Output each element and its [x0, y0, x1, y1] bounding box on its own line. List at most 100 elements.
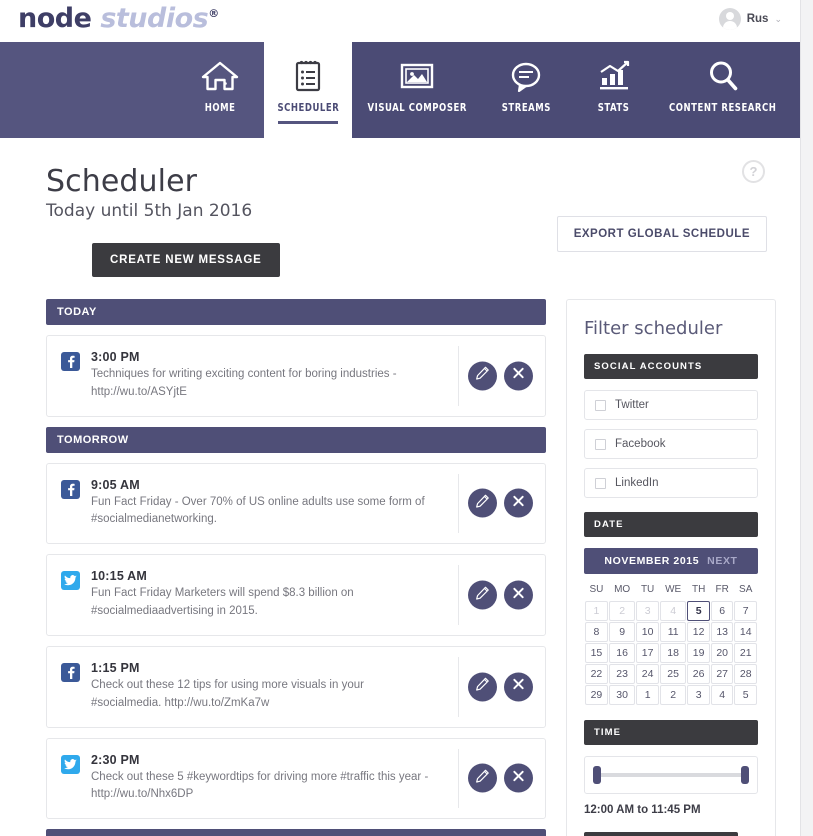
edit-message-button[interactable]: [468, 580, 497, 610]
calendar-day[interactable]: 26: [687, 664, 710, 684]
calendar-day[interactable]: 3: [687, 685, 710, 705]
social-account-filter-twitter[interactable]: Twitter: [584, 390, 758, 420]
calendar-day[interactable]: 5: [734, 685, 757, 705]
image-icon: [398, 56, 436, 96]
social-account-label: Twitter: [615, 399, 649, 411]
calendar-day[interactable]: 8: [585, 622, 608, 642]
calendar-day[interactable]: 12: [687, 622, 710, 642]
export-global-schedule-button[interactable]: EXPORT GLOBAL SCHEDULE: [556, 216, 767, 252]
calendar-day[interactable]: 2: [659, 685, 687, 705]
calendar-cell: 23: [608, 664, 636, 684]
pencil-icon: [475, 366, 490, 386]
calendar-cell: 5: [734, 685, 757, 705]
nav-item-streams[interactable]: STREAMS: [482, 42, 570, 138]
calendar-day[interactable]: 25: [659, 664, 687, 684]
slider-handle-end[interactable]: [741, 766, 749, 784]
calendar-cell: 1: [585, 601, 608, 621]
calendar-week-row: 29 30 1 2 3 4 5: [585, 685, 757, 705]
edit-message-button[interactable]: [468, 672, 497, 702]
filter-scheduler-button[interactable]: FILTER SCHEDULER: [584, 832, 738, 836]
edit-message-button[interactable]: [468, 361, 497, 391]
pencil-icon: [475, 677, 490, 697]
calendar-cell: 3: [687, 685, 710, 705]
social-account-label: LinkedIn: [615, 477, 659, 489]
calendar-day[interactable]: 17: [636, 643, 659, 663]
calendar-day[interactable]: 18: [659, 643, 687, 663]
calendar-day[interactable]: 21: [734, 643, 757, 663]
delete-message-button[interactable]: [504, 672, 533, 702]
delete-message-button[interactable]: [504, 580, 533, 610]
edit-message-button[interactable]: [468, 488, 497, 518]
user-avatar-icon: [718, 8, 741, 30]
social-account-filter-facebook[interactable]: Facebook: [584, 429, 758, 459]
calendar-day[interactable]: 10: [636, 622, 659, 642]
delete-message-button[interactable]: [504, 361, 533, 391]
nav-item-home-label: HOME: [204, 102, 236, 114]
calendar-day[interactable]: 23: [608, 664, 636, 684]
delete-message-button[interactable]: [504, 763, 533, 793]
checkbox-icon[interactable]: [595, 438, 606, 450]
calendar-cell: 16: [608, 643, 636, 663]
scheduled-message-row: 9:05 AM Fun Fact Friday - Over 70% of US …: [46, 462, 546, 545]
calendar-day[interactable]: 13: [710, 622, 734, 642]
slider-handle-start[interactable]: [593, 766, 601, 784]
twitter-icon: [61, 754, 80, 774]
calendar-day[interactable]: 24: [636, 664, 659, 684]
calendar-day[interactable]: 11: [659, 622, 687, 642]
schedule-list: TODAY 3:00 PM Techniques for writing excit…: [46, 299, 546, 836]
calendar-day[interactable]: 4: [710, 685, 734, 705]
delete-message-button[interactable]: [504, 488, 533, 518]
calendar-day[interactable]: 27: [710, 664, 734, 684]
calendar-day-selected[interactable]: 5: [687, 601, 710, 621]
facebook-icon: [61, 479, 80, 499]
calendar-cell: 20: [710, 643, 734, 663]
checkbox-icon[interactable]: [595, 399, 606, 411]
calendar-cell: 13: [710, 622, 734, 642]
brand-logo[interactable]: node studios®: [18, 3, 219, 34]
social-account-filter-linkedin[interactable]: LinkedIn: [584, 468, 758, 498]
calendar-day[interactable]: 1: [585, 601, 608, 621]
calendar-day[interactable]: 7: [734, 601, 757, 621]
calendar-next-button[interactable]: NEXT: [707, 555, 737, 567]
nav-item-visual-composer[interactable]: VISUAL COMPOSER: [352, 42, 482, 138]
nav-left-edge: [0, 42, 12, 138]
calendar-day[interactable]: 6: [710, 601, 734, 621]
create-new-message-button[interactable]: CREATE NEW MESSAGE: [92, 243, 280, 277]
calendar-day[interactable]: 1: [636, 685, 659, 705]
calendar-day[interactable]: 22: [585, 664, 608, 684]
nav-item-home[interactable]: HOME: [176, 42, 264, 138]
close-x-icon: [512, 769, 525, 787]
calendar-day[interactable]: 2: [608, 601, 636, 621]
brand-logo-part2: studios: [100, 3, 209, 34]
page-scrollbar[interactable]: [800, 0, 813, 836]
message-time: 9:05 AM: [91, 477, 140, 492]
calendar-weekday: FR: [715, 584, 729, 595]
edit-message-button[interactable]: [468, 763, 497, 793]
calendar-day[interactable]: 30: [608, 685, 636, 705]
close-x-icon: [512, 678, 525, 696]
time-range-slider[interactable]: [584, 756, 758, 794]
social-accounts-section-label: SOCIAL ACCOUNTS: [584, 354, 758, 379]
nav-item-scheduler[interactable]: SCHEDULER: [264, 42, 352, 138]
help-question-mark-icon[interactable]: ?: [742, 160, 765, 183]
user-account-menu[interactable]: Rus ⌄: [718, 8, 782, 30]
nav-item-content-research[interactable]: CONTENT RESEARCH: [658, 42, 788, 138]
calendar-day[interactable]: 3: [636, 601, 659, 621]
calendar-week-row: 8 9 10 11 12 13 14: [585, 622, 757, 642]
calendar-day[interactable]: 4: [659, 601, 687, 621]
calendar-day[interactable]: 19: [687, 643, 710, 663]
nav-item-stats[interactable]: STATS: [570, 42, 658, 138]
calendar-cell: 30: [608, 685, 636, 705]
calendar-day[interactable]: 14: [734, 622, 757, 642]
calendar-day[interactable]: 29: [585, 685, 608, 705]
calendar-day[interactable]: 16: [608, 643, 636, 663]
calendar-day[interactable]: 28: [734, 664, 757, 684]
message-time: 10:15 AM: [91, 569, 148, 584]
calendar-cell: 4: [710, 685, 734, 705]
calendar-cell: 22: [585, 664, 608, 684]
checkbox-icon[interactable]: [595, 477, 606, 489]
calendar-cell: 24: [636, 664, 659, 684]
calendar-day[interactable]: 9: [608, 622, 636, 642]
calendar-day[interactable]: 15: [585, 643, 608, 663]
calendar-day[interactable]: 20: [710, 643, 734, 663]
